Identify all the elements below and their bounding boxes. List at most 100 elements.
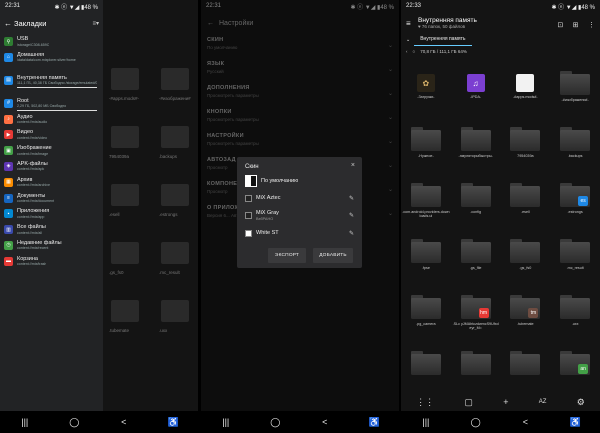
skin-option[interactable]: MiX Aztec ✎	[245, 195, 354, 202]
file-grid-item[interactable]: .esell	[501, 179, 551, 235]
file-grid-item[interactable]: ✿ -Загрузки-	[401, 67, 451, 123]
bookmark-item[interactable]: ▦ Архив content://mix/archive	[0, 175, 103, 191]
bookmark-item[interactable]: ▥ Все файлы content://mix/all	[0, 222, 103, 238]
edit-pencil-icon[interactable]: ✎	[349, 195, 354, 202]
file-grid-item[interactable]: es .estrongs	[550, 179, 600, 235]
add-button[interactable]: ДОБАВИТЬ	[313, 248, 353, 263]
bottom-toolbar: ⋮⋮ ▢ + AZ ⚙	[401, 393, 600, 411]
recents-nav-icon[interactable]: |||	[416, 417, 436, 427]
skin-option[interactable]: MiX Gray ВэбРАНО ✎	[245, 210, 354, 221]
skin-option[interactable]: White ST ✎	[245, 230, 354, 237]
file-grid-item[interactable]: 7954039a	[501, 123, 551, 179]
settings-item[interactable]: ДОПОЛНЕНИЯ Просмотреть параметры ⌄	[201, 82, 399, 106]
file-grid-item[interactable]: -#изображени#-	[550, 67, 600, 123]
chevron-down-icon[interactable]: ⌄	[406, 37, 410, 43]
bookmark-item[interactable]: ▣ Изображение content://mix/image	[0, 143, 103, 159]
back-nav-icon[interactable]: <	[114, 417, 134, 427]
folder-icon	[410, 183, 441, 207]
chevron-down-icon: ⌄	[387, 67, 393, 73]
tab-internal-storage[interactable]: Внутренняя память	[414, 34, 472, 46]
accessibility-icon[interactable]: ♿	[163, 417, 183, 428]
home-nav-icon[interactable]: ◯	[265, 417, 285, 428]
close-icon[interactable]: ×	[351, 162, 355, 169]
bookmark-item[interactable]: ◷ Недавние файлы content://mix/recent	[0, 238, 103, 254]
file-grid-item[interactable]: -Нужное-	[401, 123, 451, 179]
file-grid-item[interactable]: ♫ -IPDA-	[451, 67, 501, 123]
bookmark-item[interactable]: ◈ APK-файлы content://mix/apk	[0, 159, 103, 175]
skin-name: По умолчанию	[261, 177, 299, 184]
home-nav-icon[interactable]: ◯	[466, 417, 486, 428]
back-arrow-icon[interactable]: ←	[4, 19, 14, 28]
chevron-left-icon[interactable]: ‹	[406, 49, 408, 54]
settings-item-subtitle: По умолчанию	[207, 45, 238, 50]
file-grid-item[interactable]: .uxx	[550, 291, 600, 347]
export-button[interactable]: ЭКСПОРТ	[268, 248, 306, 263]
checkbox[interactable]	[245, 211, 252, 219]
file-name: -IPDA-	[470, 95, 482, 99]
file-grid-item[interactable]: .fpse	[401, 235, 451, 291]
settings-item[interactable]: ЯЗЫК Русский ⌄	[201, 58, 399, 82]
folder-icon	[161, 184, 189, 206]
bookmark-item[interactable]: ⌂ Домашняя/data/data/com.mixplorer.silver…	[0, 50, 103, 73]
settings-icon[interactable]: ⚙	[577, 397, 585, 408]
sort-icon[interactable]: ≡▾	[92, 20, 99, 27]
back-arrow-icon[interactable]: ←	[207, 20, 219, 27]
edit-pencil-icon[interactable]: ✎	[349, 212, 354, 219]
file-grid-item[interactable]: .pg_camera	[401, 291, 451, 347]
more-icon[interactable]: ⋮	[588, 22, 595, 29]
storage-usage: 70,8 ГБ / 111,1 ГБ 64%	[420, 48, 467, 54]
checkbox[interactable]	[245, 195, 252, 202]
bookmark-item[interactable]: ≡ Документы content://mix/document	[0, 191, 103, 207]
bookmark-item[interactable]: ⚲ USB/storage/C308-659C	[0, 34, 103, 50]
file-grid-item[interactable]: hm .SLc yJMAhtczdwmcS9Ufxdeyr_M=	[451, 291, 501, 347]
bookmark-item[interactable]: ▬ Корзина content://mix/trash	[0, 254, 103, 270]
file-grid-item[interactable]: .backups	[550, 123, 600, 179]
recents-nav-icon[interactable]: |||	[15, 417, 35, 427]
settings-item-title: ДОПОЛНЕНИЯ	[207, 85, 250, 91]
bookmark-list: ⚲ USB/storage/C308-659C ⌂ Домашняя/data/dat…	[0, 34, 103, 270]
lock-icon[interactable]: ⊡	[557, 22, 563, 29]
bookmark-path: /data/data/com.mixplorer.silver/home	[17, 58, 76, 63]
add-icon[interactable]: +	[503, 397, 508, 407]
settings-item[interactable]: СКИН По умолчанию ⌄	[201, 34, 399, 58]
settings-item[interactable]: КНОПКИ Просмотреть параметры ⌄	[201, 106, 399, 130]
sort-az-button[interactable]: AZ	[539, 399, 547, 405]
status-bar: 22:31 ✱ ⓝ ▼◢ ▮48 %	[201, 0, 399, 12]
chevron-down-icon: ⌄	[387, 211, 393, 217]
bookmark-item[interactable]: # Root 2,29 ГБ, 502,80 МБ Свободно	[0, 96, 103, 112]
home-nav-icon[interactable]: ◯	[64, 417, 84, 428]
recents-nav-icon[interactable]: |||	[216, 417, 236, 427]
edit-pencil-icon[interactable]: ✎	[349, 230, 354, 237]
bookmark-item[interactable]: ▪ Приложения content://mix/app	[0, 206, 103, 222]
bookmark-item[interactable]: ♪ Аудио content://mix/audio	[0, 112, 103, 128]
file-browser-screen: 22:33 ✱ ⓝ ▼◢ ▮48 % ≡ Внутренняя память ♥…	[401, 0, 600, 433]
tabs-icon[interactable]: ⊞	[573, 22, 579, 29]
file-grid-item[interactable]: tm .tubemate	[501, 291, 551, 347]
accessibility-icon[interactable]: ♿	[364, 417, 384, 428]
accessibility-icon[interactable]: ♿	[565, 417, 585, 428]
file-grid-item[interactable]: .com.android.providers.downloads.ui	[401, 179, 451, 235]
file-grid-item[interactable]: .gs_file	[451, 235, 501, 291]
bookmark-item[interactable]: ▤ Внутренняя память 111,1 ГБ, 40,38 ГБ Сво…	[0, 73, 103, 96]
skin-option[interactable]: По умолчанию	[245, 175, 354, 187]
file-grid-item[interactable]: .mc_result	[550, 235, 600, 291]
folder-icon	[410, 239, 441, 263]
apps-icon[interactable]: ⋮⋮	[416, 397, 434, 408]
status-bar: 22:31 ✱ ⓝ ▼◢ ▮48 %	[0, 0, 103, 12]
file-grid-item[interactable]: .config	[451, 179, 501, 235]
file-grid-item[interactable]: .gs_fs0	[501, 235, 551, 291]
folder-icon: tm	[510, 295, 541, 319]
settings-item[interactable]: НАСТРОЙКИ Просмотреть параметры ⌄	[201, 130, 399, 154]
archive-icon: ▦	[4, 177, 13, 187]
file-name: .esell	[521, 210, 530, 214]
back-nav-icon[interactable]: <	[515, 417, 535, 427]
bookmark-item[interactable]: ▶ Видео content://mix/video	[0, 127, 103, 143]
file-grid-item[interactable]: -#apps.mods#-	[501, 67, 551, 123]
file-grid-item[interactable]: -эмуляторыбыстры-	[451, 123, 501, 179]
menu-icon[interactable]: ≡	[406, 19, 416, 28]
folder-icon	[161, 68, 189, 90]
checkbox[interactable]	[245, 230, 252, 237]
app-badge-icon: es	[578, 196, 589, 206]
back-nav-icon[interactable]: <	[315, 417, 335, 427]
window-icon[interactable]: ▢	[464, 397, 473, 408]
